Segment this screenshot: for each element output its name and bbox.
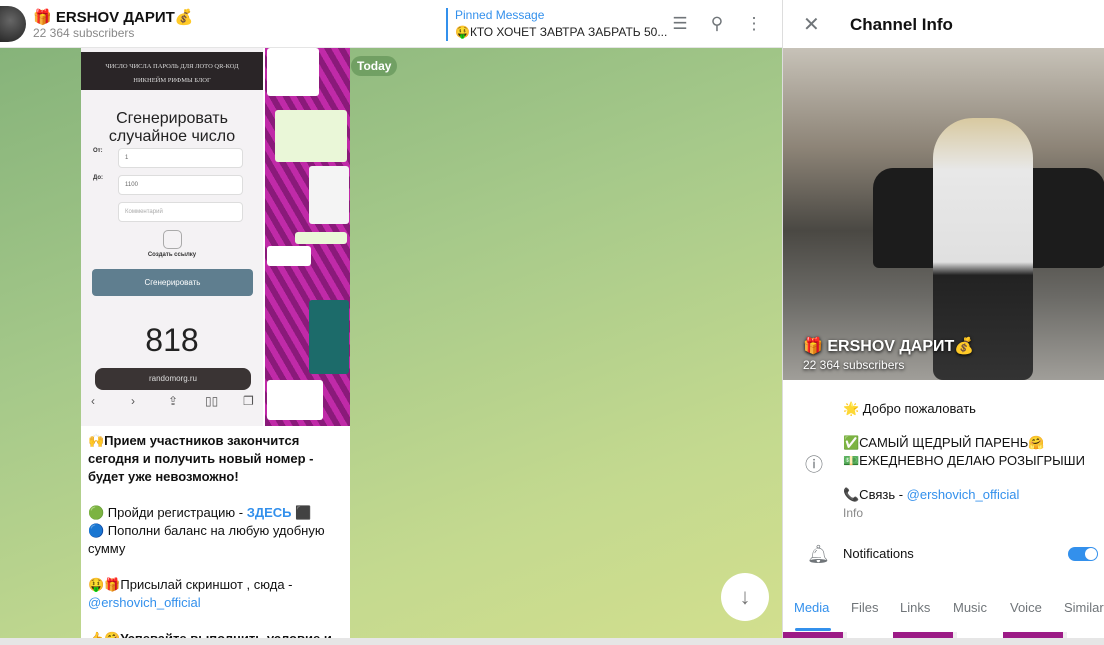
desc-line: 🌟 Добро пожаловать <box>843 401 976 416</box>
close-icon[interactable]: ✕ <box>803 12 820 37</box>
generator-title: Сгенерировать случайное число <box>108 110 236 145</box>
notifications-toggle[interactable] <box>1068 547 1098 561</box>
share-icon: ⇪ <box>168 394 179 408</box>
nav-line: НИКНЕЙМ РИФМЫ БЛОГ <box>133 77 211 84</box>
more-options-icon[interactable]: ⋮ <box>744 14 764 34</box>
channel-name[interactable]: 🎁 ERSHOV ДАРИТ💰 <box>33 8 194 26</box>
tab-similar[interactable]: Similar <box>1064 600 1104 615</box>
scroll-down-button[interactable]: ↓ <box>721 573 769 621</box>
site-nav: ЧИСЛО ЧИСЛА ПАРОЛЬ ДЛЯ ЛОТО QR-КОД НИКНЕЙ… <box>81 52 263 90</box>
channel-description: 🌟 Добро пожаловать ✅САМЫЙ ЩЕДРЫЙ ПАРЕНЬ🤗… <box>843 400 1085 522</box>
channel-cover-photo[interactable]: 🎁 ERSHOV ДАРИТ💰 22 364 subscribers <box>783 48 1104 380</box>
link-checkbox <box>163 230 182 249</box>
bookmarks-icon: ▯▯ <box>205 394 219 408</box>
chat-pane: 🎁 ERSHOV ДАРИТ💰 22 364 subscribers Pinne… <box>0 0 782 645</box>
post-photo-screenshot[interactable]: ЧИСЛО ЧИСЛА ПАРОЛЬ ДЛЯ ЛОТО QR-КОД НИКНЕЙ… <box>81 48 263 426</box>
post-paragraph: 👍🤗Успевайте выполнить условие и <box>88 630 346 638</box>
post-paragraph: 🙌Прием участников закончится сегодня и п… <box>88 433 314 484</box>
forward-icon: › <box>131 394 135 408</box>
browser-url-bar: randomorg.ru <box>95 368 251 390</box>
tab-media[interactable]: Media <box>794 600 829 615</box>
register-link[interactable]: ЗДЕСЬ <box>247 505 292 520</box>
bottom-bar <box>0 638 1104 645</box>
tab-links[interactable]: Links <box>900 600 930 615</box>
channel-avatar[interactable] <box>0 6 26 42</box>
pinned-text: 🤑КТО ХОЧЕТ ЗАВТРА ЗАБРАТЬ 50... <box>455 25 668 39</box>
chat-header[interactable]: 🎁 ERSHOV ДАРИТ💰 22 364 subscribers Pinne… <box>0 0 782 48</box>
tab-voice[interactable]: Voice <box>1010 600 1042 615</box>
link-label: Создать ссылку <box>147 252 197 258</box>
generate-button-image: Сгенерировать <box>92 269 253 296</box>
contact-link[interactable]: @ershovich_official <box>88 595 201 610</box>
pinned-list-icon[interactable]: ☰ <box>670 14 690 34</box>
tab-music[interactable]: Music <box>953 600 987 615</box>
cover-subscribers: 22 364 subscribers <box>803 358 905 372</box>
cover-channel-name: 🎁 ERSHOV ДАРИТ💰 <box>803 338 975 355</box>
bell-icon: 🔔︎ <box>807 544 830 564</box>
random-result: 818 <box>145 322 199 358</box>
post-photo-collage[interactable] <box>265 48 350 426</box>
info-label: Info <box>843 506 864 520</box>
active-tab-indicator <box>795 628 831 631</box>
desc-line: ✅САМЫЙ ЩЕДРЫЙ ПАРЕНЬ🤗 <box>843 435 1045 450</box>
message-list[interactable]: ЧИСЛО ЧИСЛА ПАРОЛЬ ДЛЯ ЛОТО QR-КОД НИКНЕЙ… <box>0 48 782 638</box>
screenshot-text: 🤑🎁Присылай скриншот , сюда - <box>88 577 293 592</box>
tabs-icon: ❐ <box>243 394 254 408</box>
pinned-message[interactable]: Pinned Message 🤑КТО ХОЧЕТ ЗАВТРА ЗАБРАТЬ… <box>446 8 667 41</box>
to-label: До: <box>93 175 104 181</box>
panel-title: Channel Info <box>850 15 953 34</box>
notifications-label: Notifications <box>843 546 914 561</box>
contact-link[interactable]: @ershovich_official <box>907 487 1020 502</box>
search-icon[interactable]: ⚲ <box>707 14 727 34</box>
to-field: 1100 <box>118 175 243 195</box>
tab-files[interactable]: Files <box>851 600 878 615</box>
pinned-label: Pinned Message <box>455 8 545 22</box>
url-text: randomorg.ru <box>148 374 198 383</box>
desc-line: 💵ЕЖЕДНЕВНО ДЕЛАЮ РОЗЫГРЫШИ <box>843 453 1085 468</box>
channel-info-panel: ✕ Channel Info 🎁 ERSHOV ДАРИТ💰 22 364 su… <box>782 0 1104 645</box>
comment-field: Комментарий <box>118 202 243 222</box>
step-1: 🟢 Пройди регистрацию - <box>88 505 247 520</box>
from-field: 1 <box>118 148 243 168</box>
post-steps: 🟢 Пройди регистрацию - ЗДЕСЬ ⬛ 🔵 Пополни … <box>88 505 325 556</box>
date-badge: Today <box>351 56 398 76</box>
back-icon: ‹ <box>91 394 95 408</box>
desc-contact: 📞Связь - @ershovich_official <box>843 486 1085 504</box>
subscriber-count: 22 364 subscribers <box>33 26 135 40</box>
arrow-down-icon: ↓ <box>739 584 751 609</box>
info-icon: ⓘ <box>805 455 823 475</box>
from-label: От: <box>93 148 103 154</box>
step-2: 🔵 Пополни баланс на любую удобную сумму <box>88 523 325 556</box>
contact-label: 📞Связь - <box>843 487 907 502</box>
post-paragraph: 🤑🎁Присылай скриншот , сюда - @ershovich_… <box>88 576 346 612</box>
nav-line: ЧИСЛО ЧИСЛА ПАРОЛЬ ДЛЯ ЛОТО QR-КОД <box>105 63 239 70</box>
post-text: 🙌Прием участников закончится сегодня и п… <box>88 432 346 638</box>
channel-post[interactable]: ЧИСЛО ЧИСЛА ПАРОЛЬ ДЛЯ ЛОТО QR-КОД НИКНЕЙ… <box>81 48 350 638</box>
